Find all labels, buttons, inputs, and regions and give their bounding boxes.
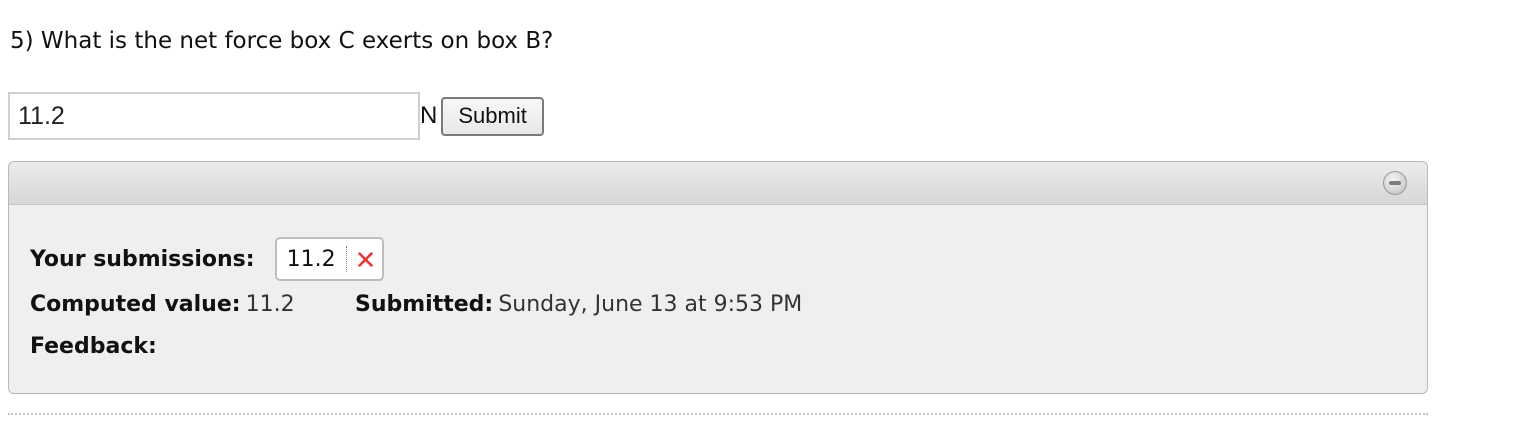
computed-row: Computed value: 11.2	[30, 292, 295, 317]
submissions-row: Your submissions: 11.2 ✕	[30, 237, 385, 281]
feedback-label: Feedback:	[30, 334, 157, 359]
chip-separator	[345, 246, 347, 272]
submission-panel: Your submissions: 11.2 ✕ Computed value:…	[8, 161, 1428, 394]
submission-chip[interactable]: 11.2 ✕	[274, 237, 385, 281]
feedback-row: Feedback:	[30, 334, 157, 359]
question-text: 5) What is the net force box C exerts on…	[10, 28, 554, 54]
submissions-label: Your submissions:	[30, 246, 255, 272]
unit-label: N	[420, 102, 438, 129]
answer-row: N Submit	[8, 92, 544, 140]
submission-value: 11.2	[286, 246, 336, 272]
panel-header	[9, 162, 1427, 205]
wrong-x-icon: ✕	[354, 246, 377, 276]
answer-input[interactable]	[8, 92, 420, 140]
submitted-value: Sunday, June 13 at 9:53 PM	[498, 292, 803, 317]
computed-label: Computed value:	[30, 292, 241, 317]
divider	[8, 413, 1428, 415]
submitted-label: Submitted:	[355, 292, 494, 317]
collapse-minus-icon[interactable]	[1383, 171, 1407, 195]
submit-button[interactable]: Submit	[441, 96, 544, 136]
computed-value: 11.2	[245, 292, 295, 317]
submitted-row: Submitted: Sunday, June 13 at 9:53 PM	[355, 292, 802, 317]
